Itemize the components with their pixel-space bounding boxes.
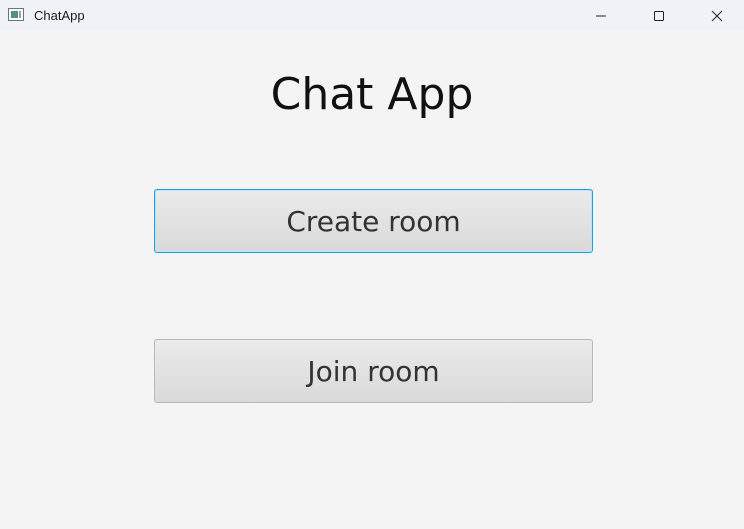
app-window-icon — [8, 8, 24, 21]
close-icon — [711, 10, 723, 21]
create-room-button[interactable]: Create room — [154, 189, 593, 253]
window-title: ChatApp — [34, 8, 85, 23]
maximize-icon — [654, 10, 664, 21]
page-title: Chat App — [270, 69, 474, 120]
minimize-icon — [596, 15, 606, 16]
title-bar[interactable]: ChatApp — [0, 0, 744, 31]
maximize-button[interactable] — [636, 0, 682, 31]
minimize-button[interactable] — [578, 0, 624, 31]
main-content: Chat App Create room Join room — [0, 31, 744, 529]
join-room-button[interactable]: Join room — [154, 339, 593, 403]
chatapp-window: ChatApp Chat App Create room Join room — [0, 0, 744, 529]
close-button[interactable] — [694, 0, 740, 31]
